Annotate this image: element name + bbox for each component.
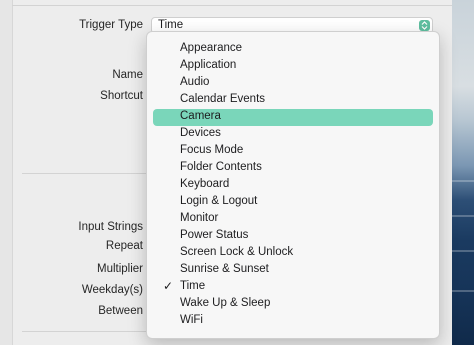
menu-item-wake-up-sleep[interactable]: Wake Up & Sleep [153,296,433,313]
menu-item-focus-mode[interactable]: Focus Mode [153,143,433,160]
menu-item-application[interactable]: Application [153,58,433,75]
weekdays-label: Weekday(s) [81,284,143,296]
multiplier-label: Multiplier [96,263,143,275]
menu-item-power-status[interactable]: Power Status [153,228,433,245]
menu-item-devices[interactable]: Devices [153,126,433,143]
menu-item-sunrise-sunset[interactable]: Sunrise & Sunset [153,262,433,279]
repeat-label: Repeat [105,240,143,252]
select-stepper-icon [419,20,430,31]
checkmark-icon: ✓ [163,279,174,293]
menu-item-audio[interactable]: Audio [153,75,433,92]
menu-item-appearance[interactable]: Appearance [153,41,433,58]
desktop-wallpaper [452,0,474,345]
menu-item-calendar-events[interactable]: Calendar Events [153,92,433,109]
trigger-type-value: Time [158,19,184,31]
menu-item-screen-lock-unlock[interactable]: Screen Lock & Unlock [153,245,433,262]
menu-item-camera[interactable]: Camera [153,109,433,126]
divider [12,5,452,6]
input-strings-label: Input Strings [78,221,143,233]
between-label: Between [98,305,143,317]
menu-item-wifi[interactable]: WiFi [153,313,433,330]
trigger-type-label: Trigger Type [79,19,143,31]
menu-item-login-logout[interactable]: Login & Logout [153,194,433,211]
menu-item-folder-contents[interactable]: Folder Contents [153,160,433,177]
divider [22,173,147,174]
name-label: Name [112,69,143,81]
shortcut-label: Shortcut [100,90,143,102]
trigger-type-menu: Appearance Application Audio Calendar Ev… [146,31,440,339]
menu-item-keyboard[interactable]: Keyboard [153,177,433,194]
window-left-edge [0,0,13,345]
menu-item-time[interactable]: ✓ Time [153,279,433,296]
menu-item-monitor[interactable]: Monitor [153,211,433,228]
divider [22,331,147,332]
